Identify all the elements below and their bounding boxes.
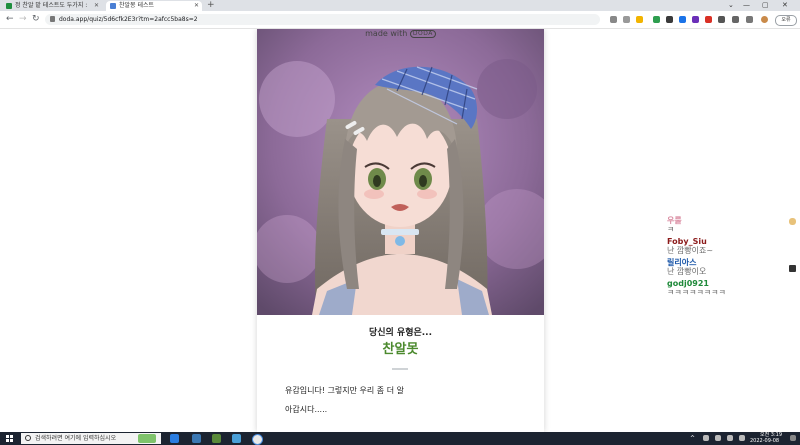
- extension-v-icon[interactable]: [692, 16, 699, 23]
- made-with-text: made with: [365, 29, 408, 38]
- url-text[interactable]: doda.app/quiz/5d6cfk2E3r?tm=2afcc5ba8s=2: [59, 14, 198, 25]
- ime-icon[interactable]: [739, 435, 745, 441]
- extension-dark-2-icon[interactable]: [718, 16, 725, 23]
- task-view-icon[interactable]: [192, 434, 201, 443]
- close-tab-icon[interactable]: ✕: [94, 1, 99, 11]
- share-icon[interactable]: [623, 16, 630, 23]
- chat-text: ㅋㅋㅋㅋㅋㅋㅋㅋ: [667, 288, 726, 297]
- chat-message: godj0921 ㅋㅋㅋㅋㅋㅋㅋㅋ: [667, 279, 792, 297]
- bookmark-star-icon[interactable]: [636, 16, 643, 23]
- result-section: 당신의 유형은... 찬알못 유감입니다! 그렇지만 우리 좀 더 알 아갑시다…: [257, 315, 544, 432]
- battery-icon[interactable]: [727, 435, 733, 441]
- network-icon[interactable]: [703, 435, 709, 441]
- chrome-icon[interactable]: [252, 434, 263, 445]
- forward-arrow-icon[interactable]: →: [19, 14, 27, 25]
- stream-chat-overlay: 우룰 ㅋ Foby_Siu 난 깜빵이죠~ 릴리아스 난 깜빵이오 godj09…: [667, 216, 792, 300]
- character-illustration: [257, 29, 544, 315]
- minecraft-icon[interactable]: [212, 434, 221, 443]
- chat-username: 릴리아스: [667, 258, 697, 267]
- chat-username: godj0921: [667, 279, 709, 288]
- description-line: 아갑시다.....: [285, 405, 328, 414]
- url-bar[interactable]: doda.app/quiz/5d6cfk2E3r?tm=2afcc5ba8s=2: [45, 14, 600, 25]
- address-toolbar: ← → ↻ doda.app/quiz/5d6cfk2E3r?tm=2afcc5…: [0, 11, 800, 29]
- file-explorer-icon[interactable]: [232, 434, 241, 443]
- result-card: made with DODA 당신의 유형은... 찬알못 유감입니다! 그렇지…: [257, 29, 544, 432]
- profile-error-button[interactable]: 오류: [775, 15, 797, 26]
- tray-chevron-icon[interactable]: ^: [690, 435, 695, 442]
- result-character-image: made with DODA: [257, 29, 544, 315]
- notification-icon[interactable]: [790, 435, 796, 441]
- browser-tab-bar: 정 찬알 밭 테스트도 두가지 : 네 ✕ 찬알몽 테스트 ✕ + ⌄ — ▢ …: [0, 0, 800, 11]
- extension-green-icon[interactable]: [653, 16, 660, 23]
- chat-text: 난 깜빵이오: [667, 267, 707, 276]
- made-with-doda-banner[interactable]: made with DODA: [257, 29, 544, 38]
- close-window-icon[interactable]: ✕: [782, 0, 788, 11]
- overlay-badge-icon: [789, 265, 796, 272]
- window-collapse-icon[interactable]: ⌄: [728, 0, 734, 11]
- chat-username: Foby_Siu: [667, 237, 707, 246]
- minimize-icon[interactable]: —: [743, 0, 750, 11]
- edge-browser-icon[interactable]: [170, 434, 179, 443]
- extension-red-icon[interactable]: [705, 16, 712, 23]
- extension-dark-icon[interactable]: [666, 16, 673, 23]
- back-arrow-icon[interactable]: ←: [6, 14, 14, 25]
- chat-text: ㅋ: [667, 225, 675, 234]
- side-panel-icon[interactable]: [746, 16, 753, 23]
- chat-message: 우룰 ㅋ: [667, 216, 792, 234]
- chat-message: 릴리아스 난 깜빵이오: [667, 258, 792, 276]
- reload-icon[interactable]: ↻: [32, 14, 40, 25]
- lock-icon: [50, 16, 55, 22]
- overlay-emoji-icon: [789, 218, 796, 225]
- zoom-icon[interactable]: [610, 16, 617, 23]
- tab-chanal-test[interactable]: 찬알몽 테스트 ✕: [106, 1, 202, 11]
- maximize-icon[interactable]: ▢: [762, 0, 769, 11]
- tab-quiz-list[interactable]: 정 찬알 밭 테스트도 두가지 : 네 ✕: [2, 1, 102, 11]
- tab-label: 정 찬알 밭 테스트도 두가지 : 네: [15, 2, 87, 9]
- chat-message: Foby_Siu 난 깜빵이죠~: [667, 237, 792, 255]
- doda-favicon-icon: [110, 3, 116, 9]
- chat-username: 우룰: [667, 216, 682, 225]
- search-icon: [25, 435, 31, 441]
- close-tab-icon[interactable]: ✕: [194, 1, 199, 11]
- clock-date[interactable]: 2022-09-08: [750, 438, 779, 445]
- description-line: 유감입니다! 그렇지만 우리 좀 더 알: [285, 386, 404, 395]
- doda-logo: DODA: [409, 29, 436, 38]
- result-description: 유감입니다! 그렇지만 우리 좀 더 알 아갑시다.....: [285, 381, 525, 419]
- sheets-favicon-icon: [6, 3, 12, 9]
- weather-widget-icon[interactable]: [138, 434, 156, 443]
- avatar[interactable]: [761, 16, 768, 23]
- page-content: made with DODA 당신의 유형은... 찬알못 유감입니다! 그렇지…: [0, 29, 800, 432]
- tab-label: 찬알몽 테스트: [119, 2, 155, 9]
- divider: [392, 368, 408, 370]
- extensions-puzzle-icon[interactable]: [732, 16, 739, 23]
- result-type-name: 찬알못: [382, 342, 419, 357]
- extension-blue-icon[interactable]: [679, 16, 686, 23]
- result-heading: 당신의 유형은...: [368, 328, 433, 338]
- new-tab-button[interactable]: +: [207, 0, 215, 11]
- search-placeholder: 검색하려면 여기에 입력하십시오: [35, 435, 117, 442]
- chat-text: 난 깜빵이죠~: [667, 246, 714, 255]
- windows-taskbar: 검색하려면 여기에 입력하십시오 ^ 오전 3:19 2022-09-08: [0, 432, 800, 445]
- volume-icon[interactable]: [715, 435, 721, 441]
- windows-start-icon[interactable]: [6, 435, 13, 442]
